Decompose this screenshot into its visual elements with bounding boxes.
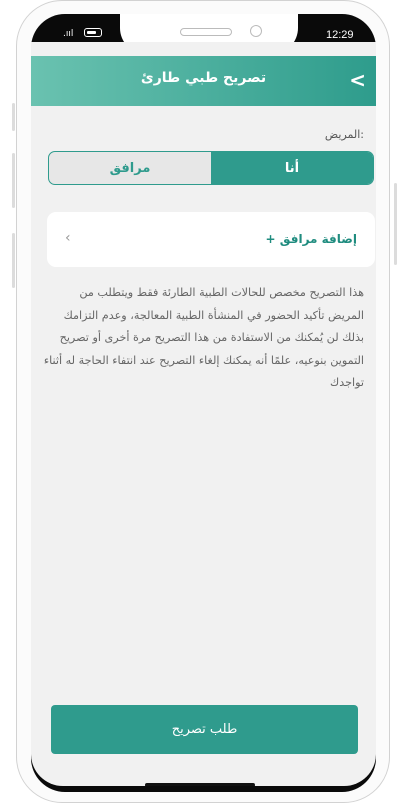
app-screen: تصريح طبي طارئ < المريض: أنا مرافق + إضا… bbox=[31, 42, 376, 786]
chevron-left-icon: ‹ bbox=[65, 230, 71, 246]
signal-icon: .ııl bbox=[63, 29, 74, 39]
battery-icon bbox=[84, 28, 102, 37]
volume-down-button bbox=[12, 233, 15, 288]
patient-type-selector: أنا مرافق bbox=[48, 151, 374, 185]
back-arrow-icon[interactable]: < bbox=[349, 68, 366, 92]
status-time: 12:29 bbox=[326, 29, 354, 41]
home-indicator[interactable] bbox=[145, 783, 255, 786]
option-companion[interactable]: مرافق bbox=[49, 152, 211, 184]
request-permit-button[interactable]: طلب تصريح bbox=[51, 705, 358, 754]
permit-info-text: هذا التصريح مخصص للحالات الطبية الطارئة … bbox=[43, 286, 364, 389]
add-companion-label: + إضافة مرافق bbox=[265, 232, 357, 246]
power-button bbox=[394, 183, 397, 265]
patient-label: المريض: bbox=[324, 128, 364, 141]
page-title: تصريح طبي طارئ bbox=[140, 70, 267, 86]
add-companion-card[interactable]: + إضافة مرافق ‹ bbox=[47, 212, 375, 267]
speaker-icon bbox=[180, 28, 232, 36]
option-me[interactable]: أنا bbox=[211, 152, 373, 184]
volume-up-button bbox=[12, 153, 15, 208]
header-bar: تصريح طبي طارئ < bbox=[31, 56, 376, 106]
camera-icon bbox=[250, 25, 262, 37]
mute-switch bbox=[12, 103, 15, 131]
